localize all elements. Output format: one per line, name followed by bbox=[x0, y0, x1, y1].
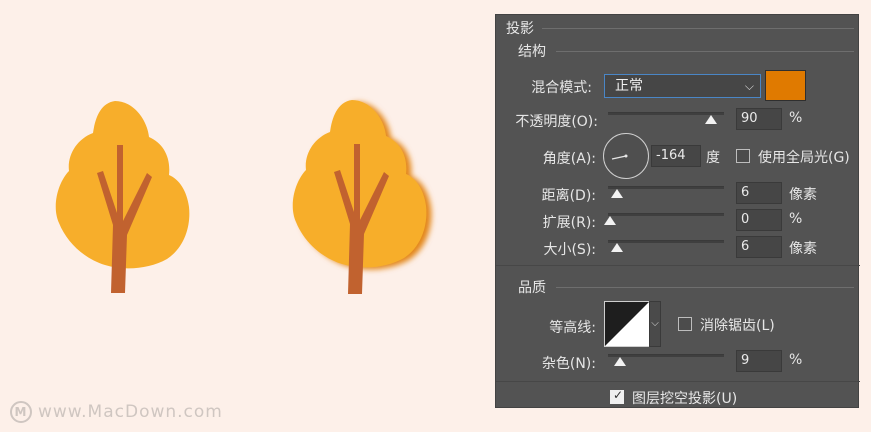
opacity-unit: % bbox=[789, 110, 803, 126]
size-label: 大小(S): bbox=[543, 242, 596, 258]
distance-slider-track[interactable] bbox=[608, 186, 724, 189]
blend-mode-label: 混合模式: bbox=[531, 80, 592, 96]
angle-unit: 度 bbox=[706, 150, 720, 166]
divider bbox=[496, 265, 860, 266]
angle-label: 角度(A): bbox=[542, 151, 596, 167]
spread-unit: % bbox=[789, 211, 803, 227]
spread-slider-thumb[interactable] bbox=[604, 216, 616, 225]
global-light-checkbox[interactable] bbox=[736, 149, 750, 163]
size-input[interactable]: 6 bbox=[736, 236, 782, 258]
contour-dropdown[interactable]: ⌵ bbox=[649, 301, 661, 347]
panel-title: 投影 bbox=[506, 21, 534, 37]
checkmark-icon: ✓ bbox=[613, 388, 624, 402]
size-slider-track[interactable] bbox=[608, 240, 724, 243]
opacity-label: 不透明度(O): bbox=[515, 114, 598, 130]
watermark-logo: M bbox=[10, 401, 32, 423]
anti-alias-label: 消除锯齿(L) bbox=[700, 318, 775, 334]
noise-input[interactable]: 9 bbox=[736, 350, 782, 372]
canvas-preview: M www.MacDown.com bbox=[0, 0, 495, 432]
divider bbox=[556, 51, 854, 52]
section-structure: 结构 bbox=[518, 44, 546, 60]
opacity-slider-thumb[interactable] bbox=[705, 115, 717, 124]
noise-unit: % bbox=[789, 352, 803, 368]
tree-illustration-original bbox=[55, 101, 190, 293]
contour-curve-icon[interactable] bbox=[604, 301, 650, 347]
opacity-input[interactable]: 90 bbox=[736, 108, 782, 130]
angle-input[interactable]: -164 bbox=[651, 145, 701, 167]
chevron-down-icon: ⌵ bbox=[744, 79, 754, 93]
watermark-text: www.MacDown.com bbox=[38, 402, 223, 422]
distance-input[interactable]: 6 bbox=[736, 182, 782, 204]
distance-label: 距离(D): bbox=[541, 188, 596, 204]
anti-alias-checkbox[interactable] bbox=[678, 317, 692, 331]
global-light-label: 使用全局光(G) bbox=[758, 150, 850, 166]
blend-mode-value: 正常 bbox=[615, 78, 643, 94]
noise-slider-thumb[interactable] bbox=[614, 357, 626, 366]
angle-dial-icon[interactable] bbox=[603, 133, 649, 179]
distance-unit: 像素 bbox=[789, 187, 817, 203]
size-slider-thumb[interactable] bbox=[611, 243, 623, 252]
noise-label: 杂色(N): bbox=[541, 356, 596, 372]
knockout-checkbox[interactable]: ✓ bbox=[610, 388, 624, 404]
tree-illustration-shadowed bbox=[292, 100, 427, 294]
blend-mode-select[interactable]: 正常 ⌵ bbox=[604, 74, 761, 98]
spread-slider-track[interactable] bbox=[608, 213, 724, 216]
divider bbox=[556, 287, 854, 288]
size-unit: 像素 bbox=[789, 241, 817, 257]
distance-slider-thumb[interactable] bbox=[611, 189, 623, 198]
divider bbox=[496, 381, 860, 382]
section-quality: 品质 bbox=[518, 280, 546, 296]
spread-input[interactable]: 0 bbox=[736, 209, 782, 231]
shadow-color-swatch[interactable] bbox=[765, 70, 806, 101]
contour-label: 等高线: bbox=[549, 320, 596, 336]
watermark: M www.MacDown.com bbox=[10, 401, 223, 423]
knockout-label: 图层挖空投影(U) bbox=[632, 391, 738, 407]
divider bbox=[542, 28, 854, 29]
spread-label: 扩展(R): bbox=[542, 215, 596, 231]
drop-shadow-panel: 投影 结构 混合模式: 正常 ⌵ 不透明度(O): 90 % 角度(A): -1… bbox=[495, 14, 860, 408]
